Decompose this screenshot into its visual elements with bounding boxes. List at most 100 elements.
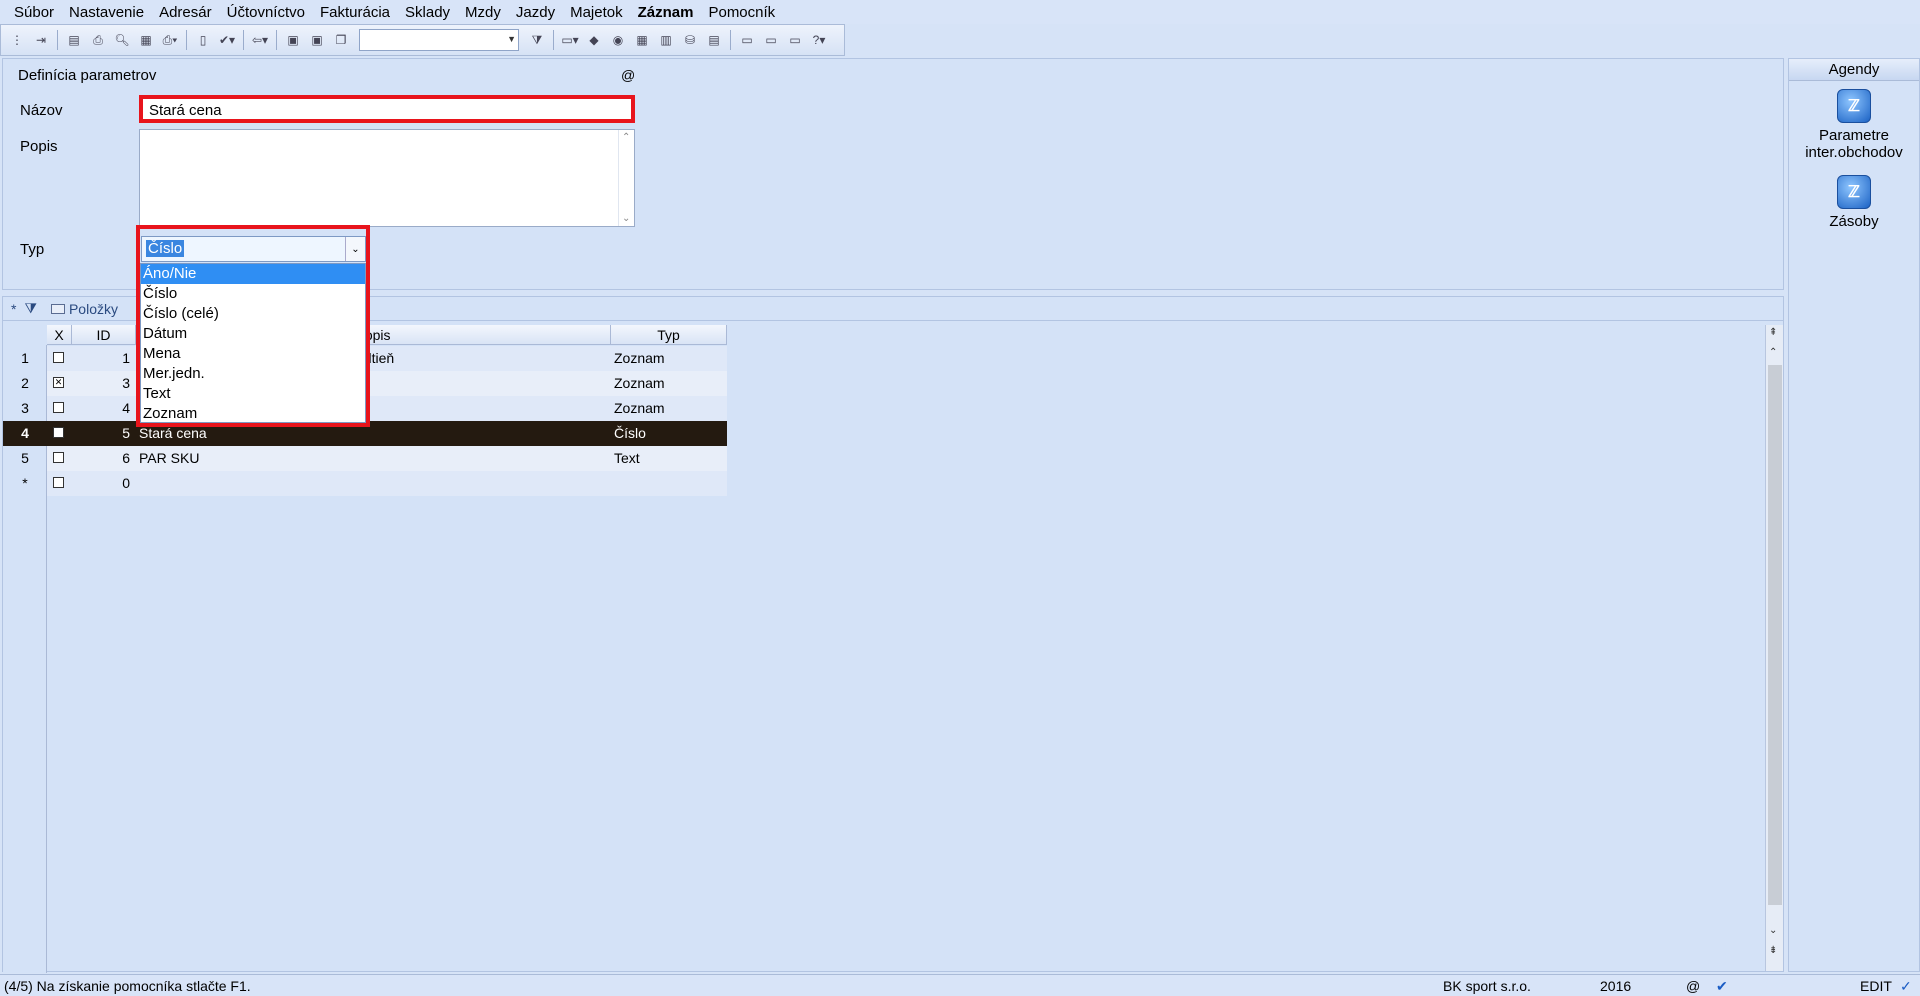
menu-bar: Súbor Nastavenie Adresár Účtovníctvo Fak…: [0, 0, 1920, 24]
globe-icon[interactable]: ◉: [608, 30, 628, 50]
back-icon[interactable]: ⇦▾: [250, 30, 270, 50]
monitor-icon[interactable]: ▭: [785, 30, 805, 50]
menu-jazdy[interactable]: Jazdy: [516, 4, 555, 21]
status-bar: (4/5) Na získanie pomocníka stlačte F1. …: [0, 974, 1920, 996]
help-icon[interactable]: ?▾: [809, 30, 829, 50]
row-number[interactable]: 2: [3, 371, 47, 396]
typ-dropdown-list: Áno/Nie Číslo Číslo (celé) Dátum Mena Me…: [140, 263, 366, 423]
status-year: 2016: [1600, 978, 1632, 994]
menu-mzdy[interactable]: Mzdy: [465, 4, 501, 21]
check-icon[interactable]: ✔: [1716, 975, 1728, 996]
row-number[interactable]: 1: [3, 346, 47, 371]
menu-majetok[interactable]: Majetok: [570, 4, 623, 21]
window-list-icon[interactable]: ▭: [761, 30, 781, 50]
popis-scrollbar[interactable]: ⌃ ⌄: [618, 130, 634, 226]
menu-fakturacia[interactable]: Fakturácia: [320, 4, 390, 21]
typ-option[interactable]: Číslo (celé): [141, 304, 365, 324]
new-record-icon[interactable]: ▤: [64, 30, 84, 50]
typ-option[interactable]: Mer.jedn.: [141, 364, 365, 384]
menu-sklady[interactable]: Sklady: [405, 4, 450, 21]
typ-option[interactable]: Dátum: [141, 324, 365, 344]
typ-option[interactable]: Áno/Nie: [141, 264, 365, 284]
col-header-id[interactable]: ID: [72, 325, 136, 345]
exit-icon[interactable]: ⇥: [31, 30, 51, 50]
ban-icon[interactable]: ▤: [704, 30, 724, 50]
row-number[interactable]: 3: [3, 396, 47, 421]
cell-id: 4: [122, 400, 130, 416]
menu-nastavenie[interactable]: Nastavenie: [69, 4, 144, 21]
at-symbol[interactable]: @: [621, 67, 635, 83]
agenda-icon: ℤ: [1837, 175, 1871, 209]
nazov-input[interactable]: Stará cena: [139, 95, 635, 123]
row-checkbox[interactable]: [53, 402, 64, 413]
agenda-item-label: Zásoby: [1829, 213, 1879, 230]
scroll-down-icon[interactable]: ⌄: [622, 213, 630, 224]
chevron-down-icon[interactable]: ⌄: [345, 237, 365, 261]
row-number[interactable]: *: [3, 471, 47, 496]
money-icon[interactable]: ◆: [584, 30, 604, 50]
window-icon[interactable]: ▭: [737, 30, 757, 50]
typ-option[interactable]: Text: [141, 384, 365, 404]
grid-scrollbar[interactable]: ⇞ ⌃ ⌄ ⇟: [1765, 325, 1783, 971]
status-ok-icon: ✓: [1900, 978, 1912, 994]
status-at[interactable]: @: [1686, 975, 1700, 996]
export-icon[interactable]: ▦: [136, 30, 156, 50]
row-checkbox[interactable]: [53, 352, 64, 363]
agenda-item-parametre[interactable]: ℤ Parametre inter.obchodov: [1789, 89, 1919, 161]
row-number[interactable]: 4: [3, 421, 47, 446]
menu-subor[interactable]: Súbor: [14, 4, 54, 21]
cell-typ: Číslo: [614, 425, 646, 441]
menu-zaznam[interactable]: Záznam: [638, 4, 694, 21]
menu-pomocnik[interactable]: Pomocník: [708, 4, 775, 21]
col-header-typ[interactable]: Typ: [611, 325, 727, 345]
scroll-down-icon[interactable]: ⌄: [1769, 925, 1777, 936]
form-title: Definícia parametrov: [18, 67, 157, 84]
row-number[interactable]: 5: [3, 446, 47, 471]
print-preview-icon[interactable]: 🔍︎: [112, 30, 132, 50]
row-checkbox[interactable]: [53, 427, 64, 438]
grip-icon: ⋮: [11, 33, 23, 47]
coins-icon[interactable]: ⛁: [680, 30, 700, 50]
folder-icon[interactable]: ▭▾: [560, 30, 580, 50]
toolbar-combo[interactable]: ▼: [359, 29, 519, 51]
typ-combobox[interactable]: Číslo ⌄: [141, 236, 366, 262]
save-all-icon[interactable]: ▣: [307, 30, 327, 50]
agenda-item-zasoby[interactable]: ℤ Zásoby: [1789, 175, 1919, 230]
scroll-up-icon[interactable]: ⌃: [1769, 347, 1777, 358]
scroll-top-icon[interactable]: ⇞: [1769, 327, 1777, 338]
menu-uctovnictvo[interactable]: Účtovníctvo: [227, 4, 305, 21]
table-row-new[interactable]: [47, 471, 727, 496]
typ-option[interactable]: Mena: [141, 344, 365, 364]
cell-id: 6: [122, 450, 130, 466]
cell-typ: Zoznam: [614, 400, 665, 416]
toolbar-separator: [186, 30, 187, 50]
popis-textarea[interactable]: ⌃ ⌄: [139, 129, 635, 227]
copy-icon[interactable]: ❐: [331, 30, 351, 50]
cell-id: 0: [122, 475, 130, 491]
print-menu-icon[interactable]: ⎙▾: [160, 30, 180, 50]
cell-typ: Zoznam: [614, 375, 665, 391]
check-icon[interactable]: ✔▾: [217, 30, 237, 50]
filter-icon[interactable]: ⧩: [527, 30, 547, 50]
grid-icon[interactable]: ▦: [632, 30, 652, 50]
row-checkbox-checked[interactable]: ✕: [53, 377, 64, 388]
tab-new-record[interactable]: *: [11, 301, 16, 317]
status-text: (4/5) Na získanie pomocníka stlačte F1.: [4, 978, 251, 994]
save-icon[interactable]: ▣: [283, 30, 303, 50]
row-checkbox[interactable]: [53, 477, 64, 488]
row-checkbox[interactable]: [53, 452, 64, 463]
col-header-x[interactable]: X: [47, 325, 72, 345]
tab-polozky[interactable]: Položky: [50, 301, 118, 317]
calculator-icon[interactable]: ▥: [656, 30, 676, 50]
scroll-thumb[interactable]: [1768, 365, 1782, 905]
menu-adresar[interactable]: Adresár: [159, 4, 212, 21]
scroll-up-icon[interactable]: ⌃: [622, 132, 630, 143]
typ-option[interactable]: Číslo: [141, 284, 365, 304]
agendy-panel: Agendy ℤ Parametre inter.obchodov ℤ Záso…: [1788, 58, 1920, 972]
scroll-bottom-icon[interactable]: ⇟: [1769, 945, 1777, 956]
new-document-icon[interactable]: ▯: [193, 30, 213, 50]
print-icon[interactable]: ⎙: [88, 30, 108, 50]
typ-option[interactable]: Zoznam: [141, 404, 365, 424]
agenda-icon: ℤ: [1837, 89, 1871, 123]
filter-icon[interactable]: ⧩: [24, 300, 37, 317]
